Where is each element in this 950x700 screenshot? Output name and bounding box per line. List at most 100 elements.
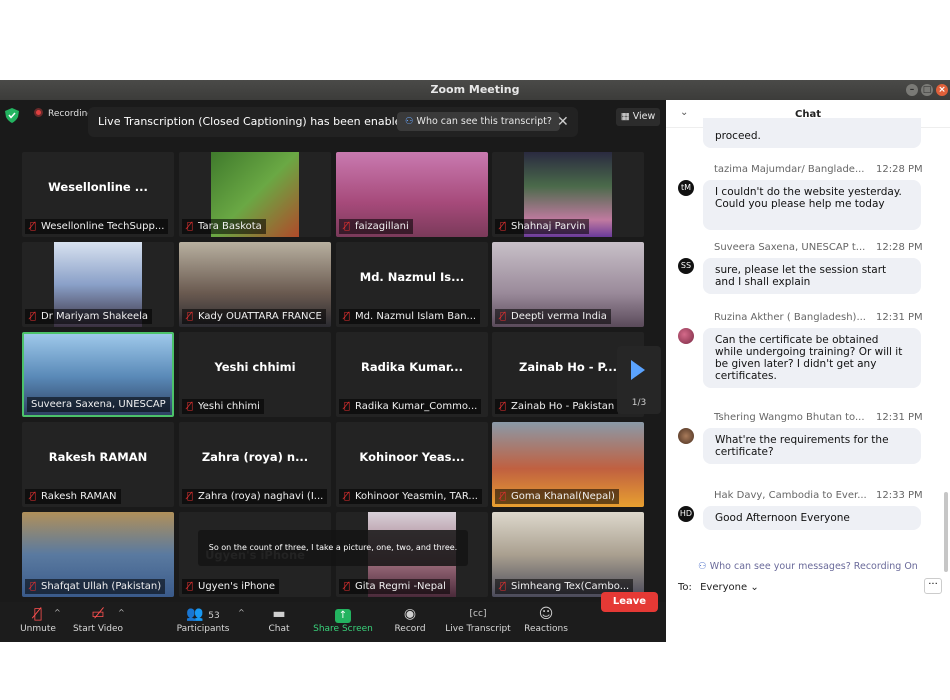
sender-name: tazima Majumdar/ Banglade... bbox=[714, 164, 865, 175]
microphone-muted-icon: 🎙̸ bbox=[499, 491, 506, 502]
participant-name-label: 🎙̸ Deepti verma India bbox=[495, 309, 611, 324]
microphone-muted-icon: 🎙̸ bbox=[343, 311, 350, 322]
participant-tile[interactable]: 🎙̸ Deepti verma India bbox=[492, 242, 644, 327]
banner-close-icon[interactable]: ✕ bbox=[557, 107, 569, 137]
participant-tile[interactable]: 🎙̸ Goma Khanal(Nepal) bbox=[492, 422, 644, 507]
arrow-right-icon bbox=[631, 360, 645, 380]
unmute-button[interactable]: 🎙̸ Unmute ^ bbox=[18, 604, 61, 634]
participants-icon: 👥 53 bbox=[186, 606, 220, 622]
start-video-button[interactable]: ▭̸ Start Video ^ bbox=[72, 604, 125, 634]
participant-tile[interactable]: 🎙̸Suveera Saxena, UNESCAP bbox=[22, 332, 174, 417]
participant-name-label: 🎙̸ Wesellonline TechSupp... bbox=[25, 219, 169, 234]
microphone-muted-icon: 🎙̸ bbox=[499, 401, 506, 412]
participants-label: Participants bbox=[176, 624, 230, 634]
participant-tile[interactable]: 🎙̸ Dr Mariyam Shakeela bbox=[22, 242, 174, 327]
microphone-muted-icon: 🎙̸ bbox=[29, 311, 36, 322]
avatar bbox=[678, 428, 694, 444]
avatar: SS bbox=[678, 258, 694, 274]
chevron-up-icon[interactable]: ^ bbox=[54, 608, 61, 617]
share-screen-button[interactable]: ↑ Share Screen bbox=[312, 604, 374, 634]
participant-tile[interactable]: Md. Nazmul Is... 🎙̸ Md. Nazmul Islam Ban..… bbox=[336, 242, 488, 327]
participant-name-label: 🎙̸ Dr Mariyam Shakeela bbox=[25, 309, 153, 324]
participant-name: Gita Regmi -Nepal bbox=[355, 581, 446, 592]
recipient-value: Everyone bbox=[700, 582, 748, 593]
sender-name: Ruzina Akther ( Bangladesh)... bbox=[714, 312, 866, 323]
meeting-top-bar: Recording Live Transcription (Closed Cap… bbox=[0, 100, 666, 137]
chat-message: I couldn't do the website yesterday. Cou… bbox=[703, 180, 921, 230]
close-icon[interactable]: × bbox=[936, 84, 948, 96]
participant-tile[interactable]: Kohinoor Yeas... 🎙̸ Kohinoor Yeasmin, TAR.… bbox=[336, 422, 488, 507]
participants-button[interactable]: 👥 53 Participants ^ bbox=[176, 604, 245, 634]
live-transcript-button[interactable]: [cc] Live Transcript bbox=[442, 604, 514, 634]
leave-button[interactable]: Leave bbox=[601, 592, 658, 612]
reactions-button[interactable]: ☺ Reactions bbox=[522, 604, 570, 634]
maximize-icon[interactable]: □ bbox=[921, 84, 933, 96]
participant-name-label: 🎙̸ Rakesh RAMAN bbox=[25, 489, 121, 504]
participant-tile[interactable]: 🎙̸ faizagillani bbox=[336, 152, 488, 237]
next-page-button[interactable]: 1/3 bbox=[617, 346, 661, 414]
participant-name: Tara Baskota bbox=[198, 221, 262, 232]
participant-name: faizagillani bbox=[355, 221, 409, 232]
chevron-up-icon[interactable]: ^ bbox=[238, 608, 245, 617]
microphone-muted-icon: 🎙̸ bbox=[29, 581, 36, 592]
more-options-icon[interactable]: ··· bbox=[924, 578, 942, 594]
participant-tile[interactable]: 🎙̸ Tara Baskota bbox=[179, 152, 331, 237]
banner-link-label: Who can see this transcript? bbox=[416, 116, 552, 127]
microphone-muted-icon: 🎙̸ bbox=[29, 221, 36, 232]
participant-tile[interactable]: Zahra (roya) n... 🎙̸ Zahra (roya) naghavi … bbox=[179, 422, 331, 507]
participant-name-label: 🎙̸ Ugyen's iPhone bbox=[182, 579, 279, 594]
message-time: 12:28 PM bbox=[876, 164, 923, 175]
to-label: To: bbox=[678, 582, 692, 593]
record-dot-icon bbox=[34, 108, 43, 117]
participant-name: Wesellonline TechSupp... bbox=[41, 221, 165, 232]
participant-name-label: 🎙̸ Yeshi chhimi bbox=[182, 399, 264, 414]
microphone-muted-icon: 🎙̸ bbox=[343, 491, 350, 502]
participant-tile[interactable]: Wesellonline ... 🎙̸ Wesellonline TechSupp.… bbox=[22, 152, 174, 237]
zoom-window: Zoom Meeting – □ × Recording Live Transc… bbox=[0, 80, 950, 642]
participant-name-label: 🎙̸ Radika Kumar_Commo... bbox=[339, 399, 482, 414]
participant-name-label: 🎙̸ Goma Khanal(Nepal) bbox=[495, 489, 619, 504]
participant-name-label: 🎙̸ Kady OUATTARA FRANCE bbox=[182, 309, 326, 324]
participant-name: Zahra (roya) naghavi (I... bbox=[198, 491, 324, 502]
view-button[interactable]: ▦ View bbox=[616, 108, 660, 126]
chat-sender: Suveera Saxena, UNESCAP t... 12:28 PM bbox=[714, 242, 923, 253]
participant-tile[interactable]: Radika Kumar... 🎙̸ Radika Kumar_Commo... bbox=[336, 332, 488, 417]
message-time: 12:31 PM bbox=[876, 412, 923, 423]
transcript-visibility-link[interactable]: ⚇ Who can see this transcript? bbox=[397, 112, 560, 131]
recording-indicator[interactable]: Recording bbox=[34, 108, 93, 119]
message-time: 12:33 PM bbox=[876, 490, 923, 501]
participant-tile[interactable]: 🎙̸ Shafqat Ullah (Pakistan) bbox=[22, 512, 174, 597]
reactions-label: Reactions bbox=[524, 624, 568, 634]
start-video-label: Start Video bbox=[72, 624, 124, 634]
participant-name: Deepti verma India bbox=[511, 311, 607, 322]
participant-name: Kady OUATTARA FRANCE bbox=[198, 311, 322, 322]
chevron-up-icon[interactable]: ^ bbox=[118, 608, 125, 617]
chat-scrollbar[interactable] bbox=[944, 492, 948, 572]
participant-tile[interactable]: 🎙̸ Simheang Tex(Cambo... bbox=[492, 512, 644, 597]
participant-tile[interactable]: 🎙̸ Shahnaj Parvin bbox=[492, 152, 644, 237]
microphone-muted-icon: 🎙̸ bbox=[29, 491, 36, 502]
grid-icon: ▦ bbox=[620, 111, 633, 122]
live-caption: So on the count of three, I take a pictu… bbox=[198, 530, 468, 566]
recipient-select[interactable]: Everyone ⌄ bbox=[700, 582, 759, 593]
participant-name: Zainab Ho - Pakistan bbox=[511, 401, 615, 412]
participant-name: Shafqat Ullah (Pakistan) bbox=[41, 581, 162, 592]
participant-name: Simheang Tex(Cambo... bbox=[511, 581, 630, 592]
participant-tile[interactable]: Yeshi chhimi 🎙̸ Yeshi chhimi bbox=[179, 332, 331, 417]
chat-notice-text: Who can see your messages? Recording On bbox=[709, 561, 918, 572]
chat-sender: tazima Majumdar/ Banglade... 12:28 PM bbox=[714, 164, 923, 175]
shield-icon[interactable] bbox=[5, 108, 19, 123]
microphone-muted-icon: 🎙̸ bbox=[343, 401, 350, 412]
chat-visibility-notice[interactable]: ⚇ Who can see your messages? Recording O… bbox=[666, 561, 950, 572]
chevron-down-icon: ⌄ bbox=[750, 582, 759, 593]
minimize-icon[interactable]: – bbox=[906, 84, 918, 96]
chat-icon: ▬ bbox=[272, 606, 286, 622]
record-button[interactable]: ◉ Record bbox=[392, 604, 428, 634]
participant-tile[interactable]: Rakesh RAMAN 🎙̸ Rakesh RAMAN bbox=[22, 422, 174, 507]
participant-name: Dr Mariyam Shakeela bbox=[41, 311, 149, 322]
participant-tile[interactable]: 🎙̸ Kady OUATTARA FRANCE bbox=[179, 242, 331, 327]
chat-message: Good Afternoon Everyone bbox=[703, 506, 921, 530]
chat-message: sure, please let the session start and I… bbox=[703, 258, 921, 294]
chat-button[interactable]: ▬ Chat bbox=[264, 604, 294, 634]
recording-label: Recording bbox=[48, 109, 94, 119]
